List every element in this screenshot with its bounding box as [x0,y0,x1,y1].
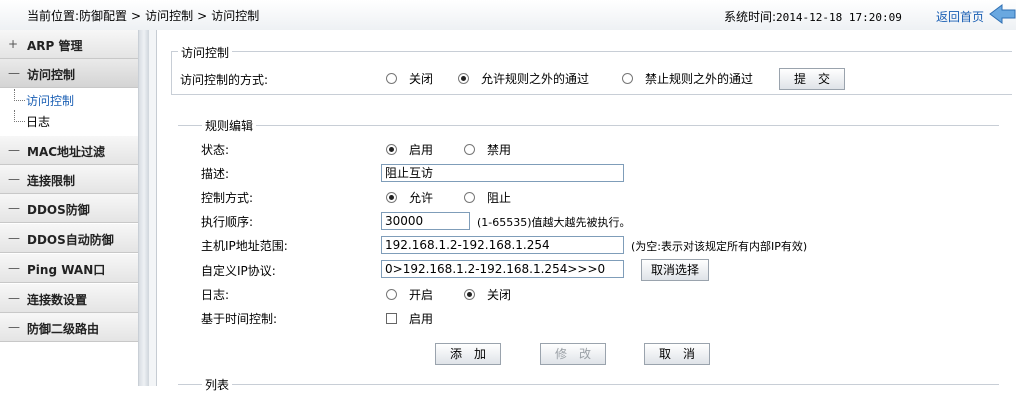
collapse-icon: — [8,201,20,215]
sidebar-subitem-access-control[interactable]: 访问控制 [0,89,138,110]
custom-protocol-input[interactable]: 0>192.168.1.2-192.168.1.254>>>0 [381,260,624,278]
execution-order-label: 执行顺序: [201,215,254,229]
log-option-label: 开启 [409,288,434,302]
collapse-icon: — [8,261,20,275]
collapse-icon: — [8,66,20,80]
collapse-icon: — [8,320,20,334]
sidebar-item-ping-wan[interactable]: — Ping WAN口 [0,254,138,283]
status-label: 状态: [201,143,230,157]
access-mode-option-label: 禁止规则之外的通过 [645,72,754,86]
breadcrumb-item: 访问控制 [211,9,260,23]
access-mode-option-label: 允许规则之外的通过 [481,72,590,86]
sidebar-item-ddos-auto[interactable]: — DDOS自动防御 [0,224,138,253]
time-control-checkbox[interactable] [386,313,397,324]
access-control-legend: 访问控制 [178,44,233,61]
sidebar-item-connection-limit[interactable]: — 连接限制 [0,165,138,194]
sidebar-item-label: 连接数设置 [27,293,88,307]
control-mode-label: 控制方式: [201,191,254,205]
ip-range-hint: (为空:表示对该规定所有内部IP有效) [631,240,808,253]
expand-icon: + [8,37,19,51]
cancel-button[interactable]: 取 消 [644,343,710,365]
access-mode-allow-radio[interactable] [458,73,469,84]
modify-button[interactable]: 修 改 [540,343,606,365]
collapse-icon: — [8,291,20,305]
sidebar-subitem-log[interactable]: 日志 [0,110,138,131]
log-option-label: 关闭 [487,288,512,302]
system-time: 系统时间:2014-12-18 17:20:09 [724,8,902,25]
list-legend: 列表 [202,376,233,393]
system-time-value: 2014-12-18 17:20:09 [776,11,902,24]
log-off-radio[interactable] [464,289,475,300]
access-mode-label: 访问控制的方式: [180,73,269,87]
collapse-icon: — [8,231,20,245]
add-button[interactable]: 添 加 [435,343,501,365]
breadcrumb-separator: > [131,9,142,23]
log-label: 日志: [201,288,230,302]
rule-edit-divider [178,125,999,126]
breadcrumb-item: 访问控制 [145,9,194,23]
list-divider [178,384,999,385]
sidebar-item-secondary-router[interactable]: — 防御二级路由 [0,313,138,342]
ip-range-input[interactable]: 192.168.1.2-192.168.1.254 [381,236,624,254]
breadcrumb-separator: > [197,9,208,23]
sidebar: + ARP 管理 — 访问控制 访问控制 日志 — MAC地址过滤 — 连接限制… [0,30,139,386]
description-label: 描述: [201,167,230,181]
system-time-label: 系统时间: [724,10,777,24]
sidebar-item-arp[interactable]: + ARP 管理 [0,30,138,59]
sidebar-subitem-label: 日志 [26,115,51,129]
custom-protocol-label: 自定义IP协议: [201,264,276,278]
access-control-fieldset [171,51,1012,95]
sidebar-item-label: Ping WAN口 [27,263,106,277]
main-content: 访问控制 访问控制的方式: 关闭 允许规则之外的通过 禁止规则之外的通过 提 交… [157,30,1016,393]
execution-order-hint: (1-65535)值越大越先被执行。 [477,216,631,229]
execution-order-input[interactable]: 30000 [381,212,470,230]
submit-button[interactable]: 提 交 [779,68,845,90]
panel-splitter[interactable] [139,30,149,386]
tree-line [14,110,25,122]
control-option-label: 阻止 [487,191,512,205]
log-on-radio[interactable] [386,289,397,300]
breadcrumb: 当前位置:防御配置 > 访问控制 > 访问控制 [27,7,259,24]
access-mode-off-radio[interactable] [386,73,397,84]
sidebar-item-access-control[interactable]: — 访问控制 [0,59,138,88]
breadcrumb-item: 当前位置:防御配置 [27,9,128,23]
control-block-radio[interactable] [464,192,475,203]
control-option-label: 允许 [409,191,434,205]
status-enable-radio[interactable] [386,144,397,155]
sidebar-item-label: DDOS自动防御 [27,233,114,247]
description-input[interactable]: 阻止互访 [381,164,624,182]
time-control-label: 基于时间控制: [201,312,278,326]
collapse-icon: — [8,143,20,157]
collapse-icon: — [8,172,20,186]
sidebar-item-label: MAC地址过滤 [27,145,106,159]
sidebar-item-ddos[interactable]: — DDOS防御 [0,194,138,223]
sidebar-item-label: 防御二级路由 [27,322,100,336]
status-option-label: 启用 [409,143,434,157]
top-bar: 当前位置:防御配置 > 访问控制 > 访问控制 系统时间:2014-12-18 17:2… [0,0,1016,31]
home-link[interactable]: 返回首页 [936,8,984,25]
sidebar-item-label: ARP 管理 [27,39,83,53]
sidebar-item-mac-filter[interactable]: — MAC地址过滤 [0,136,138,165]
rule-edit-legend: 规则编辑 [202,117,257,134]
ip-range-label: 主机IP地址范围: [201,239,288,253]
cancel-selection-button[interactable]: 取消选择 [641,259,709,281]
sidebar-subitem-label: 访问控制 [26,94,75,108]
time-control-checkbox-label: 启用 [409,312,434,326]
status-disable-radio[interactable] [464,144,475,155]
sidebar-item-label: 连接限制 [27,174,76,188]
access-mode-deny-radio[interactable] [622,73,633,84]
tree-line [14,89,25,101]
sidebar-item-label: 访问控制 [27,68,76,82]
access-mode-option-label: 关闭 [409,72,434,86]
control-allow-radio[interactable] [386,192,397,203]
back-arrow-icon[interactable] [988,3,1016,25]
status-option-label: 禁用 [487,143,512,157]
panel-splitter-edge [149,30,157,386]
sidebar-item-label: DDOS防御 [27,203,90,217]
sidebar-item-connection-count[interactable]: — 连接数设置 [0,284,138,313]
